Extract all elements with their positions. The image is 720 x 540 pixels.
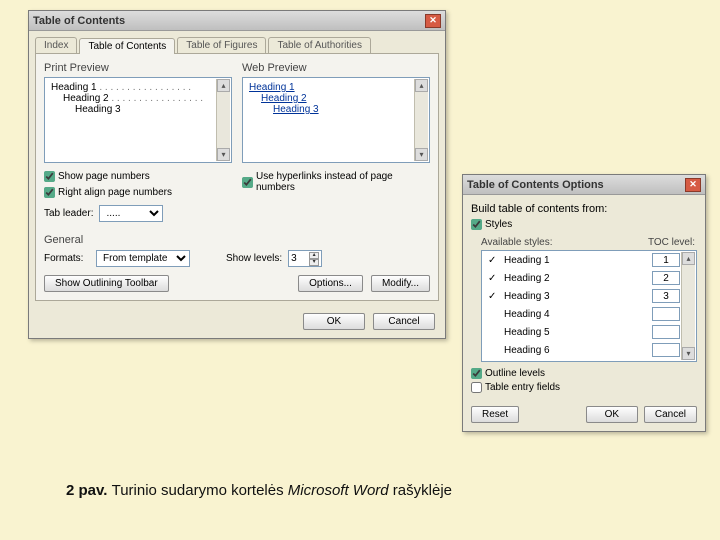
style-row: ✓Heading 2 (482, 269, 696, 287)
toc-level-input[interactable] (652, 253, 680, 267)
style-row: ✓Heading 1 (482, 251, 696, 269)
tab-leader-select[interactable]: ..... (99, 205, 163, 222)
toc-level-input[interactable] (652, 325, 680, 339)
scrollbar[interactable]: ▴▾ (216, 79, 230, 161)
web-preview-label: Web Preview (242, 62, 430, 74)
scrollbar[interactable]: ▴▾ (414, 79, 428, 161)
show-page-numbers[interactable]: Show page numbers (44, 171, 150, 182)
tab-authorities[interactable]: Table of Authorities (268, 37, 371, 53)
toc-level-input[interactable] (652, 289, 680, 303)
outlining-toolbar-button[interactable]: Show Outlining Toolbar (44, 275, 169, 292)
figure-caption: 2 pav. Turinio sudarymo kortelės Microso… (66, 482, 452, 499)
toc-titlebar: Table of Contents (29, 11, 445, 31)
options-button[interactable]: Options... (298, 275, 363, 292)
style-row: Heading 5 (482, 323, 696, 341)
close-icon[interactable] (685, 178, 701, 192)
use-hyperlinks[interactable]: Use hyperlinks instead of page numbers (242, 171, 430, 193)
ok-button[interactable]: OK (303, 313, 365, 330)
toc-footer: OK Cancel (29, 307, 445, 338)
modify-button[interactable]: Modify... (371, 275, 430, 292)
outline-levels-checkbox[interactable]: Outline levels (471, 368, 545, 379)
tab-figures[interactable]: Table of Figures (177, 37, 266, 53)
cancel-button[interactable]: Cancel (644, 406, 697, 423)
scrollbar[interactable]: ▴▾ (681, 252, 695, 360)
toc-tab-page: Print Preview Heading 1 . . . . . . . . … (35, 53, 439, 301)
toc-level-input[interactable] (652, 271, 680, 285)
table-entry-checkbox[interactable]: Table entry fields (471, 382, 560, 393)
print-preview-label: Print Preview (44, 62, 232, 74)
toc-title: Table of Contents (33, 15, 125, 27)
tab-index[interactable]: Index (35, 37, 77, 53)
spinner-icon[interactable]: ▴▾ (309, 252, 319, 266)
opt-title: Table of Contents Options (467, 179, 604, 191)
web-preview: Heading 1 Heading 2 Heading 3 ▴▾ (242, 77, 430, 163)
toc-options-dialog: Table of Contents Options Build table of… (462, 174, 706, 432)
build-label: Build table of contents from: (471, 203, 697, 215)
tab-leader-row: Tab leader: ..... (44, 205, 232, 222)
style-row: Heading 6 (482, 341, 696, 359)
style-row: Heading 4 (482, 305, 696, 323)
styles-list: ✓Heading 1 ✓Heading 2 ✓Heading 3 Heading… (481, 250, 697, 362)
tab-strip: Index Table of Contents Table of Figures… (29, 31, 445, 53)
reset-button[interactable]: Reset (471, 406, 519, 423)
formats-select[interactable]: From template (96, 250, 190, 267)
toc-dialog: Table of Contents Index Table of Content… (28, 10, 446, 339)
general-group-label: General (44, 234, 430, 246)
toc-level-input[interactable] (652, 343, 680, 357)
cancel-button[interactable]: Cancel (373, 313, 435, 330)
show-levels-spin[interactable]: 3 ▴▾ (288, 250, 322, 267)
ok-button[interactable]: OK (586, 406, 638, 423)
toc-level-input[interactable] (652, 307, 680, 321)
tab-toc[interactable]: Table of Contents (79, 38, 175, 54)
styles-checkbox[interactable]: Styles (471, 219, 512, 230)
style-row: ✓Heading 3 (482, 287, 696, 305)
close-icon[interactable] (425, 14, 441, 28)
print-preview: Heading 1 . . . . . . . . . . . . . . . … (44, 77, 232, 163)
right-align[interactable]: Right align page numbers (44, 187, 172, 198)
opt-titlebar: Table of Contents Options (463, 175, 705, 195)
